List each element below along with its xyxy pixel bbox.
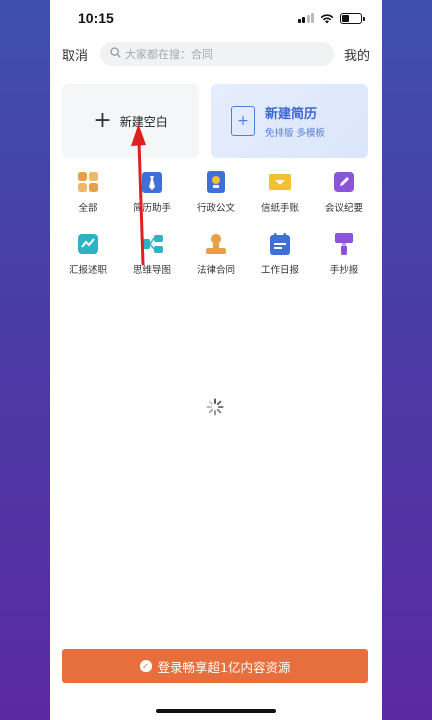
- category-label: 思维导图: [132, 265, 171, 276]
- category-label: 全部: [78, 203, 98, 214]
- shield-icon: ✓: [139, 660, 152, 672]
- template-categories: 全部 简历助手 行政公文 信纸手账 会议纪要 汇报述职 思维导图 法律合同 工作…: [56, 170, 376, 286]
- search-box[interactable]: [100, 42, 334, 66]
- login-label: 登录畅享超1亿内容资源: [157, 659, 291, 675]
- plus-icon: +: [93, 108, 112, 133]
- battery-icon: [340, 12, 365, 24]
- top-bar: 取消 我的: [50, 38, 382, 70]
- category-label: 法律合同: [196, 265, 235, 276]
- status-time: 10:15: [78, 10, 114, 26]
- envelope-icon: [268, 170, 292, 194]
- search-input[interactable]: [125, 47, 324, 61]
- category-label: 会议纪要: [324, 203, 363, 214]
- category-label: 汇报述职: [68, 265, 107, 276]
- category-report[interactable]: 汇报述职: [56, 232, 120, 286]
- pencil-icon: [332, 170, 356, 194]
- cancel-button[interactable]: 取消: [62, 45, 100, 64]
- mine-button[interactable]: 我的: [344, 45, 370, 64]
- category-label: 信纸手账: [260, 203, 299, 214]
- new-resume-subtitle: 免排版 多模板: [265, 128, 326, 139]
- seal-icon: [204, 232, 228, 256]
- signal-icon: [297, 13, 314, 23]
- login-button[interactable]: ✓ 登录畅享超1亿内容资源: [62, 649, 368, 683]
- category-legal-contract[interactable]: 法律合同: [184, 232, 248, 286]
- new-blank-card[interactable]: + 新建空白: [62, 84, 199, 158]
- new-resume-title: 新建简历: [265, 107, 318, 122]
- category-label: 手抄报: [329, 265, 359, 276]
- category-official-docs[interactable]: 行政公文: [184, 170, 248, 224]
- category-label: 简历助手: [132, 203, 171, 214]
- loading-spinner-icon: [206, 398, 224, 416]
- new-resume-card[interactable]: + 新建简历 免排版 多模板: [211, 84, 368, 158]
- phone-screen: 10:15 取消 我的 + 新建空白 + 新建简历: [50, 0, 382, 720]
- category-meeting-minutes[interactable]: 会议纪要: [312, 170, 376, 224]
- category-stationery[interactable]: 信纸手账: [248, 170, 312, 224]
- category-daily-report[interactable]: 工作日报: [248, 232, 312, 286]
- brush-icon: [332, 232, 356, 256]
- category-label: 工作日报: [260, 265, 299, 276]
- category-resume[interactable]: 简历助手: [120, 170, 184, 224]
- tie-icon: [140, 170, 164, 194]
- category-mindmap[interactable]: 思维导图: [120, 232, 184, 286]
- badge-icon: [204, 170, 228, 194]
- search-icon: [110, 47, 121, 61]
- status-icons: [297, 12, 365, 24]
- home-indicator: [156, 709, 276, 713]
- resume-doc-icon: +: [231, 106, 255, 136]
- category-label: 行政公文: [196, 203, 235, 214]
- wifi-icon: [320, 13, 334, 23]
- calendar-icon: [268, 232, 292, 256]
- chart-icon: [76, 232, 100, 256]
- new-blank-label: 新建空白: [119, 114, 168, 129]
- category-handwritten-poster[interactable]: 手抄报: [312, 232, 376, 286]
- create-cards: + 新建空白 + 新建简历 免排版 多模板: [62, 84, 368, 158]
- status-bar: 10:15: [50, 0, 382, 36]
- mindmap-icon: [140, 232, 164, 256]
- grid-icon: [76, 170, 100, 194]
- category-all[interactable]: 全部: [56, 170, 120, 224]
